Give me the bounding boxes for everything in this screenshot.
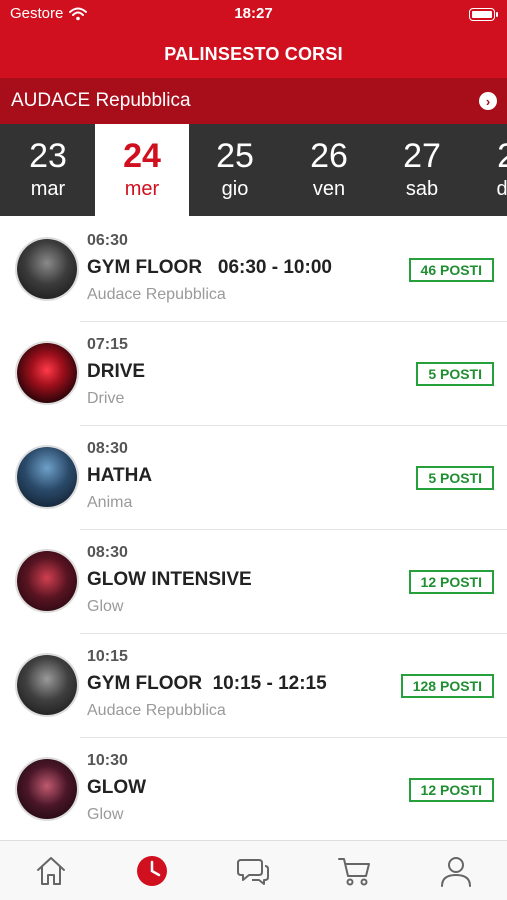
spots-badge: 5 POSTI (416, 466, 494, 490)
class-thumbnail (15, 341, 79, 405)
tab-profile[interactable] (426, 846, 486, 896)
class-name: DRIVE (87, 361, 146, 382)
class-time: 06:30 (87, 232, 128, 249)
chevron-right-circle-icon: › (479, 92, 497, 110)
date-weekday: mer (124, 178, 160, 200)
class-thumbnail (15, 445, 79, 509)
tab-home[interactable] (21, 846, 81, 896)
tab-chat[interactable] (223, 846, 283, 896)
date-day: 24 (123, 137, 161, 175)
class-name: GLOW INTENSIVE (87, 569, 252, 590)
class-time: 08:30 (87, 440, 128, 457)
class-name: GYM FLOOR 10:15 - 12:15 (87, 673, 327, 694)
spots-badge: 5 POSTI (416, 362, 494, 386)
tab-cart[interactable] (325, 846, 385, 896)
class-thumbnail (15, 237, 79, 301)
class-row[interactable]: 08:30 GLOW INTENSIVE Glow 12 POSTI (0, 530, 507, 634)
home-icon (36, 856, 65, 885)
date-strip[interactable]: 23 mar 24 mer 25 gio 26 ven 27 sab 28 do… (0, 124, 507, 216)
class-location: Drive (87, 390, 125, 407)
class-list[interactable]: 06:30 GYM FLOOR 06:30 - 10:00 Audace Rep… (0, 218, 507, 842)
tab-schedule[interactable] (122, 846, 182, 896)
class-time: 07:15 (87, 336, 128, 353)
class-location: Audace Repubblica (87, 286, 226, 303)
spots-badge: 12 POSTI (408, 778, 494, 802)
screen: Gestore 18:27 PALINSESTO CORSI AUDACE Re… (0, 0, 507, 900)
date-weekday: ven (312, 178, 346, 200)
class-location: Anima (87, 494, 133, 511)
class-row[interactable]: 10:30 GLOW Glow 12 POSTI (0, 738, 507, 842)
tab-bar (0, 840, 507, 900)
class-location: Glow (87, 598, 124, 615)
date-item[interactable]: 26 ven (282, 124, 376, 216)
date-weekday: mar (30, 178, 66, 200)
profile-icon (441, 856, 472, 887)
date-day: 28 (497, 137, 507, 175)
class-time: 10:15 (87, 648, 128, 665)
date-item-selected[interactable]: 24 mer (95, 124, 189, 216)
date-weekday: dom (496, 178, 507, 200)
class-name: GLOW (87, 777, 147, 798)
class-row[interactable]: 06:30 GYM FLOOR 06:30 - 10:00 Audace Rep… (0, 218, 507, 322)
date-item[interactable]: 28 dom (469, 124, 507, 216)
spots-badge: 128 POSTI (400, 674, 494, 698)
date-weekday: gio (221, 178, 249, 200)
date-day: 26 (310, 137, 348, 175)
spots-badge: 46 POSTI (408, 258, 494, 282)
status-bar: Gestore 18:27 (0, 0, 507, 30)
battery-icon (469, 8, 498, 21)
date-day: 25 (216, 137, 254, 175)
gym-name: AUDACE Repubblica (11, 90, 191, 111)
class-row[interactable]: 07:15 DRIVE Drive 5 POSTI (0, 322, 507, 426)
date-item[interactable]: 25 gio (188, 124, 282, 216)
class-time: 08:30 (87, 544, 128, 561)
date-item[interactable]: 23 mar (1, 124, 95, 216)
class-row[interactable]: 08:30 HATHA Anima 5 POSTI (0, 426, 507, 530)
spots-badge: 12 POSTI (408, 570, 494, 594)
date-day: 27 (403, 137, 441, 175)
class-time: 10:30 (87, 752, 128, 769)
class-name: GYM FLOOR 06:30 - 10:00 (87, 257, 332, 278)
gym-selector[interactable]: AUDACE Repubblica › (0, 78, 507, 124)
class-name: HATHA (87, 465, 153, 486)
top-header: Gestore 18:27 PALINSESTO CORSI (0, 0, 507, 78)
class-location: Glow (87, 806, 124, 823)
class-row[interactable]: 10:15 GYM FLOOR 10:15 - 12:15 Audace Rep… (0, 634, 507, 738)
date-item[interactable]: 27 sab (375, 124, 469, 216)
date-weekday: sab (405, 178, 439, 200)
class-thumbnail (15, 653, 79, 717)
clock-icon (137, 855, 168, 886)
chat-icon (237, 858, 270, 885)
status-time: 18:27 (234, 5, 273, 22)
class-thumbnail (15, 549, 79, 613)
cart-icon (337, 857, 370, 885)
page-title: PALINSESTO CORSI (164, 43, 343, 64)
class-thumbnail (15, 757, 79, 821)
date-day: 23 (29, 137, 67, 175)
class-location: Audace Repubblica (87, 702, 226, 719)
